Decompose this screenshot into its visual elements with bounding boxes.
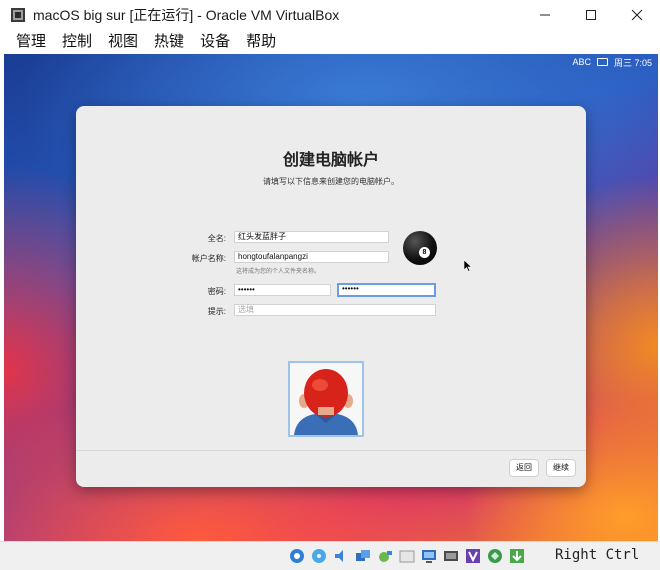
menu-view[interactable]: 视图 [100,30,146,54]
close-icon [631,9,643,21]
input-source-label[interactable]: ABC [572,57,591,67]
continue-button[interactable]: 继续 [546,459,576,477]
menu-manage[interactable]: 管理 [8,30,54,54]
menu-help[interactable]: 帮助 [238,30,284,54]
maximize-icon [586,10,596,20]
password-hint-field[interactable]: 选填 [234,304,436,316]
page-subtitle: 请填写以下信息来创建您的电脑帐户。 [263,177,399,186]
vm-display[interactable]: ABC 周三 7:05 创建电脑帐户 请填写以下信息来创建您的电脑帐户。 全名:… [4,54,658,541]
verify-password-field[interactable]: •••••• [337,283,436,297]
account-name-hint: 这将成为您的个人文件夹名称。 [236,269,321,275]
hard-disk-icon[interactable] [287,546,307,566]
hint-label: 提示: [207,307,226,316]
password-label: 密码: [207,287,226,296]
menubar-clock[interactable]: 周三 7:05 [614,56,652,69]
keyboard-capture-icon[interactable] [507,546,527,566]
menu-hotkeys[interactable]: 热键 [146,30,192,54]
mouse-integration-icon[interactable] [485,546,505,566]
recording-icon[interactable] [441,546,461,566]
menu-devices[interactable]: 设备 [192,30,238,54]
keyboard-icon[interactable] [596,58,608,66]
display-icon[interactable] [419,546,439,566]
vm-status-bar: Right Ctrl [0,541,660,570]
minimize-icon [540,14,550,16]
window-titlebar: macOS big sur [正在运行] - Oracle VM Virtual… [0,0,660,30]
account-name-label: 帐户名称: [191,254,226,263]
minimize-button[interactable] [522,0,568,30]
optical-drive-icon[interactable] [309,546,329,566]
page-title: 创建电脑帐户 [282,152,379,169]
usb-icon[interactable] [375,546,395,566]
virtualization-icon[interactable] [463,546,483,566]
eight-ball-number: 8 [419,247,430,258]
red-hair-person-icon [290,363,362,435]
maximize-button[interactable] [568,0,614,30]
close-button[interactable] [614,0,660,30]
virtualbox-vm-icon [10,7,26,23]
shared-folders-icon[interactable] [397,546,417,566]
full-name-label: 全名: [207,234,226,243]
macos-menubar: ABC 周三 7:05 [4,54,658,70]
network-icon[interactable] [353,546,373,566]
account-name-field[interactable]: hongtoufalanpangzi [234,251,389,263]
menu-bar: 管理 控制 视图 热键 设备 帮助 [0,30,660,54]
footer-divider [76,450,586,451]
window-title: macOS big sur [正在运行] - Oracle VM Virtual… [33,7,340,23]
back-button[interactable]: 返回 [509,459,539,477]
menu-control[interactable]: 控制 [54,30,100,54]
user-picture[interactable] [288,361,364,437]
setup-assistant-panel: 创建电脑帐户 请填写以下信息来创建您的电脑帐户。 全名: 红头发蓝胖子 帐户名称… [76,106,586,487]
audio-icon[interactable] [331,546,351,566]
mouse-cursor-icon [464,260,472,272]
full-name-field[interactable]: 红头发蓝胖子 [234,231,389,243]
password-field[interactable]: •••••• [234,284,331,296]
eight-ball-avatar-icon[interactable]: 8 [403,231,437,265]
host-key-label: Right Ctrl [555,547,640,563]
